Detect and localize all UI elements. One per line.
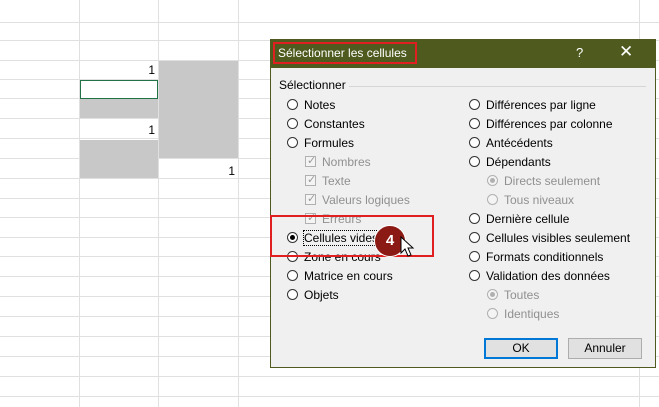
radio-icon[interactable] [487,194,498,205]
radio-icon[interactable] [287,99,298,110]
selected-cell[interactable] [80,99,158,118]
cell-value: 1 [148,63,155,77]
radio-icon[interactable] [469,156,480,167]
mouse-cursor-icon [400,236,415,257]
radio-icon[interactable] [469,270,480,281]
cell-value: 1 [228,164,235,178]
radio-icon[interactable] [469,232,480,243]
group-divider [349,86,646,87]
cancel-button[interactable]: Annuler [568,338,642,359]
radio-icon[interactable] [487,308,498,319]
dialog-title-bar[interactable]: Sélectionner les cellules ? ✕ [271,40,655,68]
radio-selected-icon[interactable] [487,289,498,300]
checkbox-icon[interactable]: ✓ [305,174,316,186]
selected-cell[interactable] [159,61,238,158]
selected-cell[interactable] [80,140,158,178]
select-cells-dialog: Sélectionner les cellules ? ✕ Sélectionn… [270,39,656,368]
radio-icon[interactable] [287,118,298,129]
active-cell[interactable] [80,80,158,99]
help-button[interactable]: ? [576,45,583,60]
ok-button[interactable]: OK [484,338,558,359]
radio-selected-icon[interactable] [487,175,498,186]
radio-icon[interactable] [469,213,480,224]
checkbox-icon[interactable]: ✓ [305,155,316,167]
radio-icon[interactable] [469,137,480,148]
radio-icon[interactable] [469,118,480,129]
group-label: Sélectionner [279,78,346,92]
title-highlight-box [273,42,417,64]
radio-icon[interactable] [469,251,480,262]
radio-icon[interactable] [469,99,480,110]
close-icon[interactable]: ✕ [619,42,633,62]
checkbox-icon[interactable]: ✓ [305,193,316,205]
cell-value: 1 [148,123,155,137]
radio-icon[interactable] [287,289,298,300]
radio-icon[interactable] [287,270,298,281]
radio-icon[interactable] [287,137,298,148]
